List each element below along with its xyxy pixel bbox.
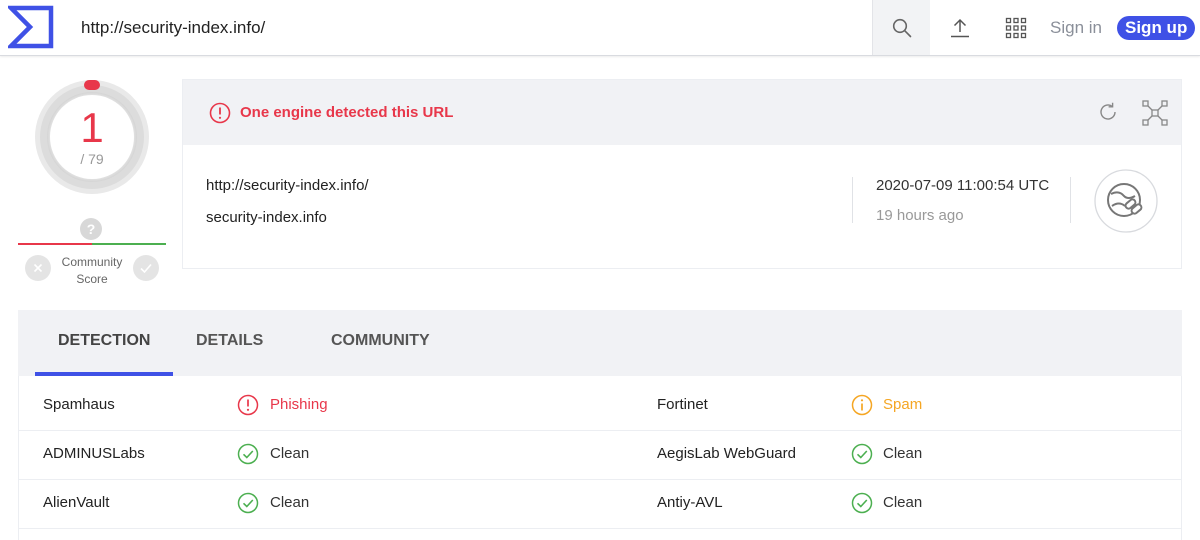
search-button[interactable] xyxy=(872,0,930,55)
engine-name: ADMINUSLabs xyxy=(43,445,145,462)
scan-date: 2020-07-09 11:00:54 UTC xyxy=(876,177,1050,194)
engine-name: Spamhaus xyxy=(43,396,115,413)
engine-name: AegisLab WebGuard xyxy=(657,445,796,462)
virustotal-logo-icon[interactable] xyxy=(5,4,54,50)
divider xyxy=(852,177,853,223)
total-engines: / 79 xyxy=(80,151,104,167)
info-icon xyxy=(851,394,873,416)
search-icon xyxy=(892,18,911,37)
engine-result: Clean xyxy=(883,494,923,511)
reanalyze-icon[interactable] xyxy=(1097,101,1119,123)
question-icon: ? xyxy=(80,218,102,240)
apps-grid-button[interactable] xyxy=(1000,12,1032,44)
close-icon xyxy=(33,263,43,273)
alert-icon xyxy=(209,102,231,124)
apps-grid-icon xyxy=(1005,17,1027,39)
tab-bar: DETECTION DETAILS COMMUNITY xyxy=(18,310,1182,376)
scan-relative-time: 19 hours ago xyxy=(876,207,964,224)
search-input[interactable] xyxy=(68,0,868,55)
community-bar-negative xyxy=(18,243,92,245)
check-icon xyxy=(140,263,152,274)
vote-harmful-button[interactable] xyxy=(25,255,51,281)
detection-results: Spamhaus Phishing Fortinet Spam ADMINUSL… xyxy=(18,376,1182,540)
engine-name: AlienVault xyxy=(43,494,110,511)
community-bar-positive xyxy=(92,243,166,245)
table-row: Spamhaus Phishing Fortinet Spam xyxy=(19,382,1181,431)
tab-detection[interactable]: DETECTION xyxy=(58,332,150,350)
check-circle-icon xyxy=(851,443,873,465)
engine-result: Phishing xyxy=(270,396,328,413)
alert-icon xyxy=(237,394,259,416)
engine-result: Clean xyxy=(270,494,310,511)
divider xyxy=(1070,177,1071,223)
detection-marker xyxy=(84,80,100,90)
upload-icon xyxy=(951,18,969,38)
community-score-label: Community Score xyxy=(52,254,132,288)
check-circle-icon xyxy=(851,492,873,514)
detection-count: 1 xyxy=(80,104,104,151)
summary-header: One engine detected this URL xyxy=(183,80,1181,145)
vote-harmless-button[interactable] xyxy=(133,255,159,281)
upload-button[interactable] xyxy=(944,12,976,44)
community-score: ? Community Score xyxy=(18,216,166,286)
check-circle-icon xyxy=(237,443,259,465)
engine-name: Fortinet xyxy=(657,396,708,413)
tab-details[interactable]: DETAILS xyxy=(196,332,263,350)
table-row: AlienVault Clean Antiy-AVL Clean xyxy=(19,480,1181,529)
scanned-url[interactable]: http://security-index.info/ xyxy=(206,177,369,194)
sign-up-button[interactable]: Sign up xyxy=(1117,16,1196,40)
scanned-domain[interactable]: security-index.info xyxy=(206,209,327,226)
detection-alert: One engine detected this URL xyxy=(240,104,454,121)
check-circle-icon xyxy=(237,492,259,514)
summary-card: One engine detected this URL http://secu… xyxy=(182,79,1182,269)
top-bar: Sign in Sign up xyxy=(0,0,1200,56)
engine-result: Clean xyxy=(270,445,310,462)
sign-in-link[interactable]: Sign in xyxy=(1050,18,1102,38)
url-globe-link-icon xyxy=(1094,169,1158,233)
tab-community[interactable]: COMMUNITY xyxy=(331,332,430,350)
engine-result: Spam xyxy=(883,396,923,413)
engine-name: Antiy-AVL xyxy=(657,494,723,511)
community-label-line2: Score xyxy=(76,272,108,286)
table-row: ADMINUSLabs Clean AegisLab WebGuard Clea… xyxy=(19,431,1181,480)
community-label-line1: Community xyxy=(61,255,123,269)
graph-icon[interactable] xyxy=(1142,100,1168,126)
engine-result: Clean xyxy=(883,445,923,462)
